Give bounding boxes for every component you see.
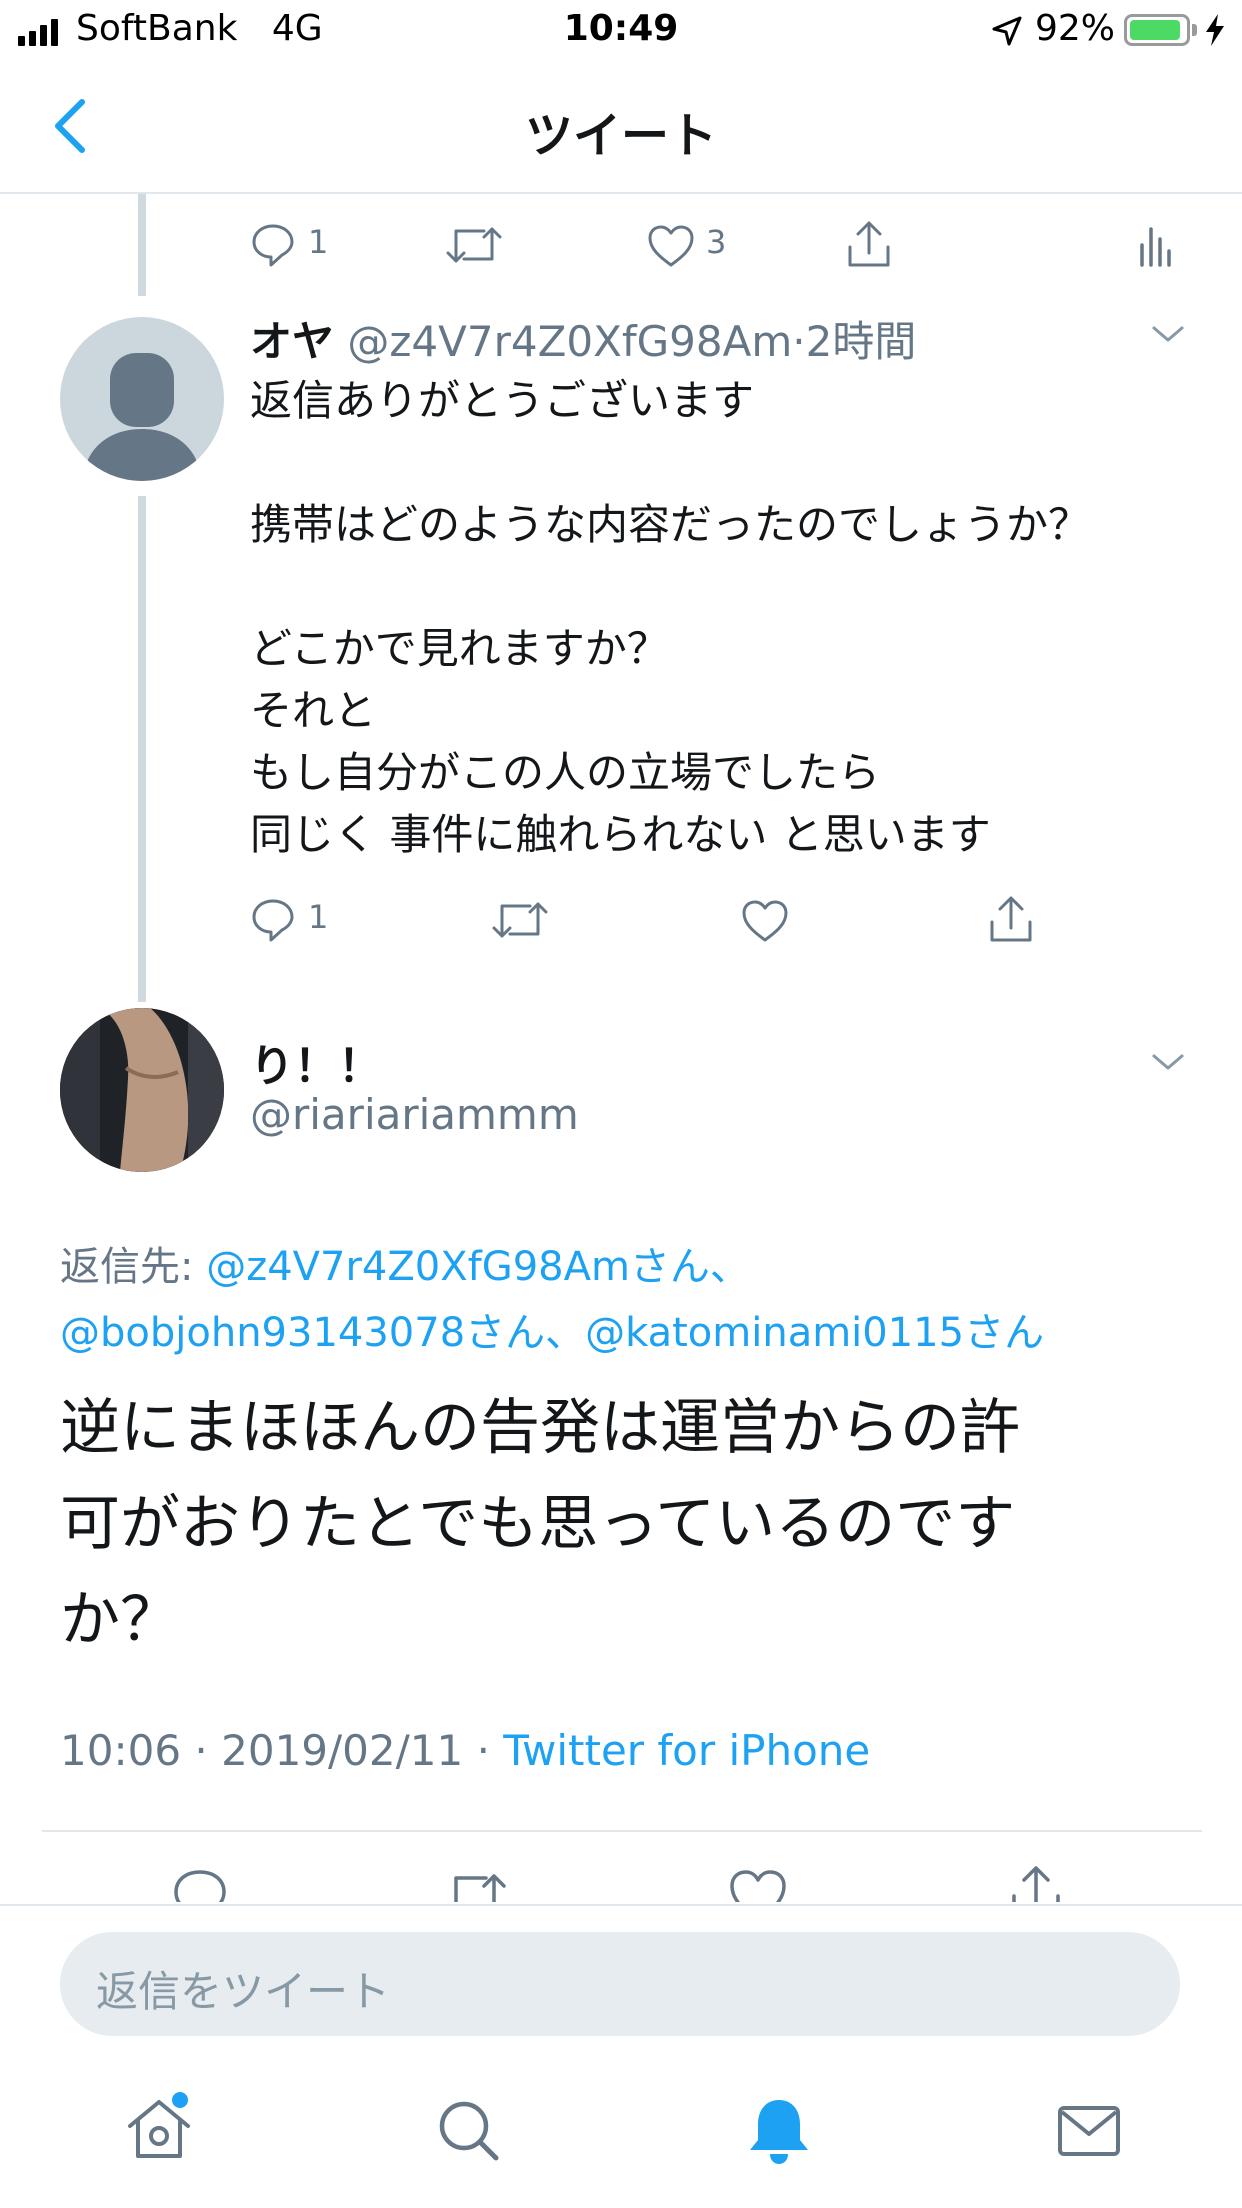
like-count: 3 — [706, 223, 727, 261]
tweet-meta: 10:06 · 2019/02/11 · Twitter for iPhone — [60, 1726, 871, 1775]
handle[interactable]: @z4V7r4Z0XfG98Am — [347, 317, 792, 366]
reply-icon[interactable] — [170, 1866, 230, 1902]
reply-icon[interactable] — [250, 896, 296, 942]
battery-percent: 92% — [1035, 8, 1116, 49]
chevron-down-icon[interactable] — [1150, 322, 1186, 346]
reply-composer-placeholder: 返信をツイート — [96, 1967, 391, 2016]
like-icon[interactable] — [728, 1868, 788, 1902]
like-icon[interactable] — [740, 898, 790, 944]
notifications-icon[interactable] — [746, 2096, 812, 2168]
default-avatar-icon — [82, 353, 202, 481]
retweet-icon[interactable] — [490, 898, 550, 942]
divider — [42, 1830, 1202, 1832]
tab-bar — [0, 2080, 1242, 2208]
avatar[interactable] — [60, 317, 224, 481]
retweet-icon[interactable] — [444, 223, 504, 267]
handle[interactable]: @riariariammm — [250, 1090, 579, 1139]
reply-icon[interactable] — [250, 221, 296, 267]
tweet-date: 2019/02/11 — [221, 1726, 464, 1775]
tweet-source-link[interactable]: Twitter for iPhone — [503, 1726, 870, 1775]
timestamp: 2時間 — [805, 317, 917, 366]
page-title: ツイート — [524, 108, 717, 164]
main-tweet-actions — [0, 1862, 1242, 1902]
replying-to: 返信先: @z4V7r4Z0XfG98Amさん、 @bobjohn9314307… — [60, 1244, 1045, 1356]
display-name[interactable]: オヤ — [250, 317, 334, 366]
reply-tweet-actions: 1 — [0, 890, 1242, 950]
analytics-icon[interactable] — [1136, 221, 1172, 267]
composer-divider — [0, 1904, 1242, 1906]
tweet-time: 10:06 — [60, 1726, 182, 1775]
user-photo-icon — [60, 1008, 224, 1172]
reply-tweet-header: オヤ @z4V7r4Z0XfG98Am·2時間 — [250, 317, 917, 366]
charging-icon — [1206, 14, 1224, 46]
chevron-down-icon[interactable] — [1150, 1050, 1186, 1074]
status-bar: SoftBank 4G 10:49 92% — [0, 0, 1242, 62]
retweet-icon[interactable] — [442, 1868, 508, 1902]
share-icon[interactable] — [844, 219, 894, 271]
messages-icon[interactable] — [1056, 2104, 1122, 2158]
search-icon[interactable] — [436, 2098, 502, 2164]
display-name[interactable]: り！！ — [250, 1030, 382, 1094]
location-icon — [992, 16, 1022, 46]
reply-count: 1 — [308, 223, 329, 261]
share-icon[interactable] — [1006, 1864, 1066, 1902]
share-icon[interactable] — [986, 894, 1036, 946]
reply-tweet-text: 返信ありがとうございます 携帯はどのような内容だったのでしょうか？ どこかで見れ… — [250, 376, 1091, 859]
like-icon[interactable] — [646, 223, 696, 269]
home-icon[interactable] — [122, 2092, 196, 2166]
avatar[interactable] — [60, 1008, 224, 1172]
mention-link[interactable]: @bobjohn93143078さん、@katominami0115さん — [60, 1310, 1044, 1356]
prev-tweet-actions: 1 3 — [0, 215, 1242, 275]
nav-divider — [0, 192, 1242, 194]
main-tweet-text: 逆にまほほんの告発は運営からの許 可がおりたとでも思っているのです か？ — [60, 1393, 1020, 1655]
reply-count: 1 — [308, 898, 329, 936]
battery-icon — [1124, 14, 1190, 46]
mention-link[interactable]: @z4V7r4Z0XfG98Amさん、 — [206, 1244, 750, 1290]
